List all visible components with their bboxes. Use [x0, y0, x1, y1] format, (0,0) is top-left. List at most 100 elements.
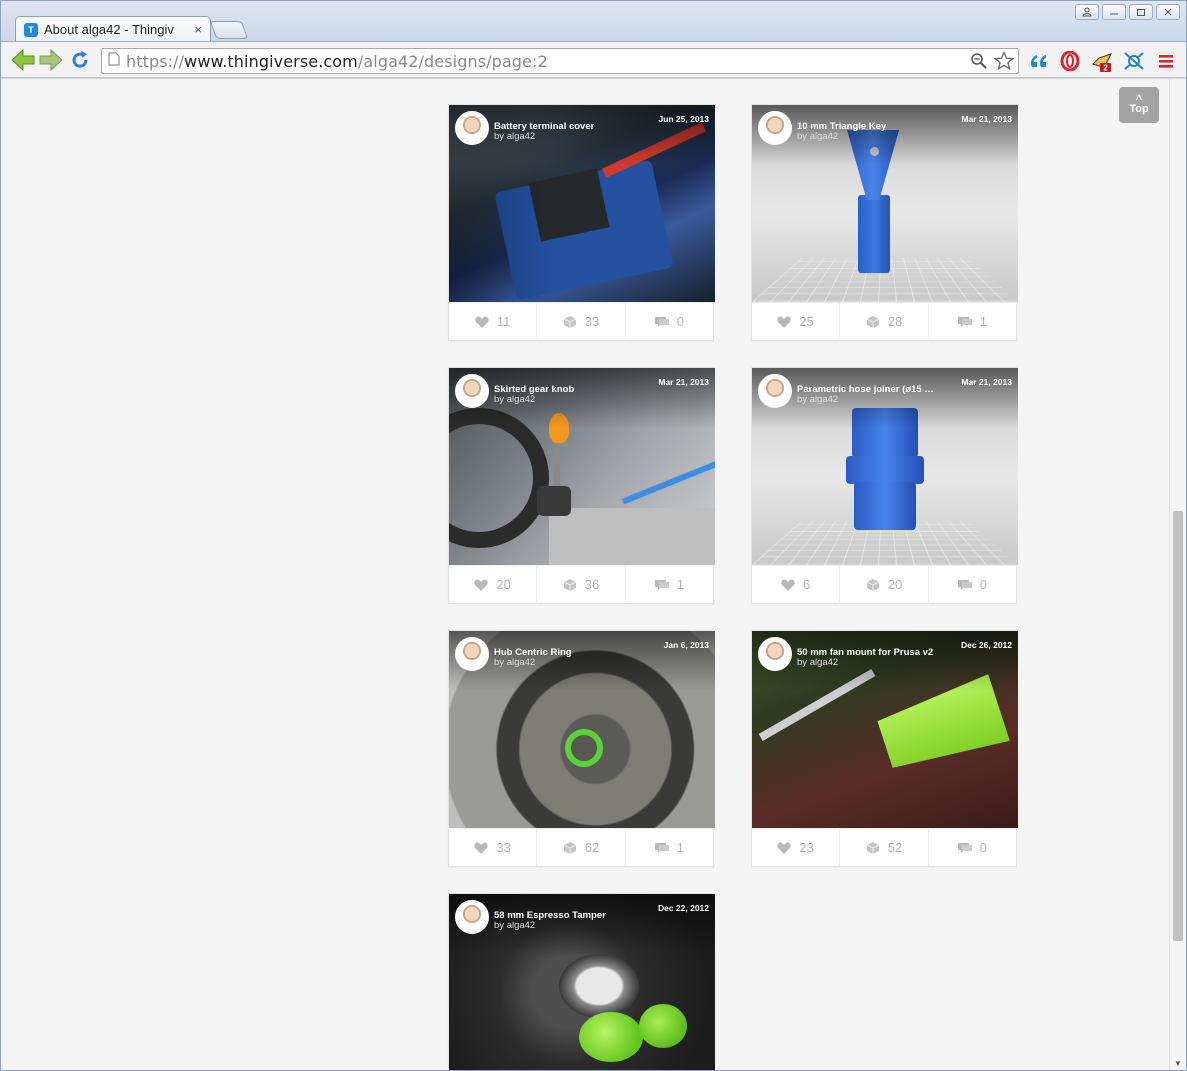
avatar[interactable] — [758, 637, 792, 671]
network-extension-icon[interactable] — [1123, 50, 1145, 72]
new-tab-button[interactable] — [209, 21, 249, 39]
avatar[interactable] — [455, 374, 489, 408]
comment-count: 0 — [676, 314, 684, 329]
back-arrow-icon[interactable] — [11, 48, 35, 72]
comment-count: 0 — [979, 577, 987, 592]
author-link[interactable]: alga42 — [810, 394, 839, 405]
author-link[interactable]: alga42 — [507, 394, 536, 405]
thing-stats: 20 36 1 — [449, 565, 713, 603]
avatar[interactable] — [758, 111, 792, 145]
comment-icon — [654, 579, 669, 590]
menu-icon[interactable] — [1155, 50, 1177, 72]
thing-card[interactable]: Battery terminal cover by alga42 Jun 25,… — [448, 104, 715, 341]
collect-stat[interactable]: 36 — [537, 566, 626, 603]
reload-icon[interactable] — [68, 48, 92, 72]
thing-thumbnail[interactable]: 50 mm fan mount for Prusa v2 by alga42 D… — [752, 631, 1018, 828]
thing-thumbnail[interactable]: 58 mm Espresso Tamper by alga42 Dec 22, … — [449, 894, 715, 1070]
thing-card[interactable]: 58 mm Espresso Tamper by alga42 Dec 22, … — [448, 893, 715, 1070]
thing-card[interactable]: Skirted gear knob by alga42 Mar 21, 2013… — [448, 367, 715, 604]
like-count: 23 — [799, 840, 814, 855]
back-to-top-button[interactable]: ˄ Top — [1119, 87, 1159, 123]
like-stat[interactable]: 11 — [449, 303, 538, 340]
url-scheme: https:// — [126, 51, 185, 71]
comment-stat[interactable]: 0 — [626, 303, 713, 340]
collect-stat[interactable]: 52 — [840, 829, 929, 866]
by-label: by — [494, 920, 505, 931]
by-label: by — [494, 394, 505, 405]
author-link[interactable]: alga42 — [810, 131, 839, 142]
thing-date: Dec 22, 2012 — [657, 903, 709, 913]
tab-strip: T About alga42 - Thingiv × — [1, 1, 1186, 42]
close-window-icon[interactable] — [1156, 4, 1180, 20]
author-link[interactable]: alga42 — [810, 657, 839, 668]
thing-author: by alga42 — [797, 131, 838, 142]
comment-count: 0 — [979, 840, 987, 855]
vertical-scrollbar[interactable]: ▼ — [1169, 79, 1186, 1070]
like-count: 25 — [799, 314, 814, 329]
profile-icon[interactable] — [1075, 4, 1099, 20]
opera-extension-icon[interactable] — [1059, 50, 1081, 72]
tab-close-icon[interactable]: × — [194, 22, 202, 37]
avatar[interactable] — [455, 111, 489, 145]
heart-icon — [777, 315, 792, 328]
comment-count: 1 — [979, 314, 987, 329]
collect-stat[interactable]: 20 — [840, 566, 929, 603]
avatar[interactable] — [758, 374, 792, 408]
thing-thumbnail[interactable]: Hub Centric Ring by alga42 Jan 6, 2013 — [449, 631, 715, 828]
omnibox-icons — [970, 50, 1015, 76]
comment-stat[interactable]: 0 — [929, 566, 1016, 603]
author-link[interactable]: alga42 — [507, 657, 536, 668]
like-stat[interactable]: 23 — [752, 829, 841, 866]
minimize-icon[interactable] — [1102, 4, 1126, 20]
thing-card[interactable]: 10 mm Triangle Key by alga42 Mar 21, 201… — [751, 104, 1018, 341]
scrollbar-thumb[interactable] — [1173, 511, 1183, 941]
thing-thumbnail[interactable]: Parametric hose joiner (ø15 … by alga42 … — [752, 368, 1018, 565]
forward-arrow-icon[interactable] — [39, 48, 63, 72]
zoom-icon[interactable] — [970, 52, 988, 75]
maximize-icon[interactable] — [1129, 4, 1153, 20]
like-stat[interactable]: 20 — [449, 566, 538, 603]
like-stat[interactable]: 33 — [449, 829, 538, 866]
avatar[interactable] — [455, 637, 489, 671]
address-bar[interactable]: https://www.thingiverse.com/alga42/desig… — [101, 48, 1019, 74]
bookmark-star-icon[interactable] — [993, 50, 1015, 76]
heart-icon — [475, 315, 489, 328]
scroll-down-arrow-icon[interactable]: ▼ — [1174, 1059, 1182, 1068]
collect-stat[interactable]: 28 — [840, 303, 929, 340]
cube-icon — [563, 841, 576, 854]
thing-author: by alga42 — [494, 394, 535, 405]
like-stat[interactable]: 25 — [752, 303, 841, 340]
like-stat[interactable]: 6 — [752, 566, 841, 603]
comment-icon — [957, 579, 972, 590]
collect-stat[interactable]: 33 — [537, 303, 626, 340]
thing-thumbnail[interactable]: Skirted gear knob by alga42 Mar 21, 2013 — [449, 368, 715, 565]
thing-thumbnail[interactable]: 10 mm Triangle Key by alga42 Mar 21, 201… — [752, 105, 1018, 302]
avatar[interactable] — [455, 900, 489, 934]
thing-card[interactable]: 50 mm fan mount for Prusa v2 by alga42 D… — [751, 630, 1018, 867]
tab-active[interactable]: T About alga42 - Thingiv × — [15, 16, 211, 42]
heart-icon — [781, 578, 795, 591]
browser-window: T About alga42 - Thingiv × https://www.t… — [0, 0, 1187, 1071]
thing-card[interactable]: Hub Centric Ring by alga42 Jan 6, 2013 3… — [448, 630, 715, 867]
author-link[interactable]: alga42 — [507, 920, 536, 931]
comment-stat[interactable]: 1 — [626, 566, 713, 603]
like-count: 6 — [803, 577, 811, 592]
thing-date: Mar 21, 2013 — [961, 114, 1012, 124]
feed-extension-icon[interactable]: 2 — [1091, 50, 1113, 72]
quote-extension-icon[interactable] — [1028, 50, 1050, 72]
window-controls — [1075, 4, 1180, 20]
comment-stat[interactable]: 1 — [626, 829, 713, 866]
thing-date: Dec 26, 2012 — [960, 640, 1012, 650]
comment-count: 1 — [676, 577, 684, 592]
comment-stat[interactable]: 1 — [929, 303, 1016, 340]
thing-thumbnail[interactable]: Battery terminal cover by alga42 Jun 25,… — [449, 105, 715, 302]
comment-stat[interactable]: 0 — [929, 829, 1016, 866]
cube-icon — [563, 315, 576, 328]
thing-card[interactable]: Parametric hose joiner (ø15 … by alga42 … — [751, 367, 1018, 604]
like-count: 11 — [496, 314, 511, 329]
heart-icon — [474, 841, 489, 854]
thing-stats: 23 52 0 — [752, 828, 1016, 866]
collect-count: 20 — [887, 577, 903, 592]
author-link[interactable]: alga42 — [507, 131, 536, 142]
collect-stat[interactable]: 62 — [537, 829, 626, 866]
